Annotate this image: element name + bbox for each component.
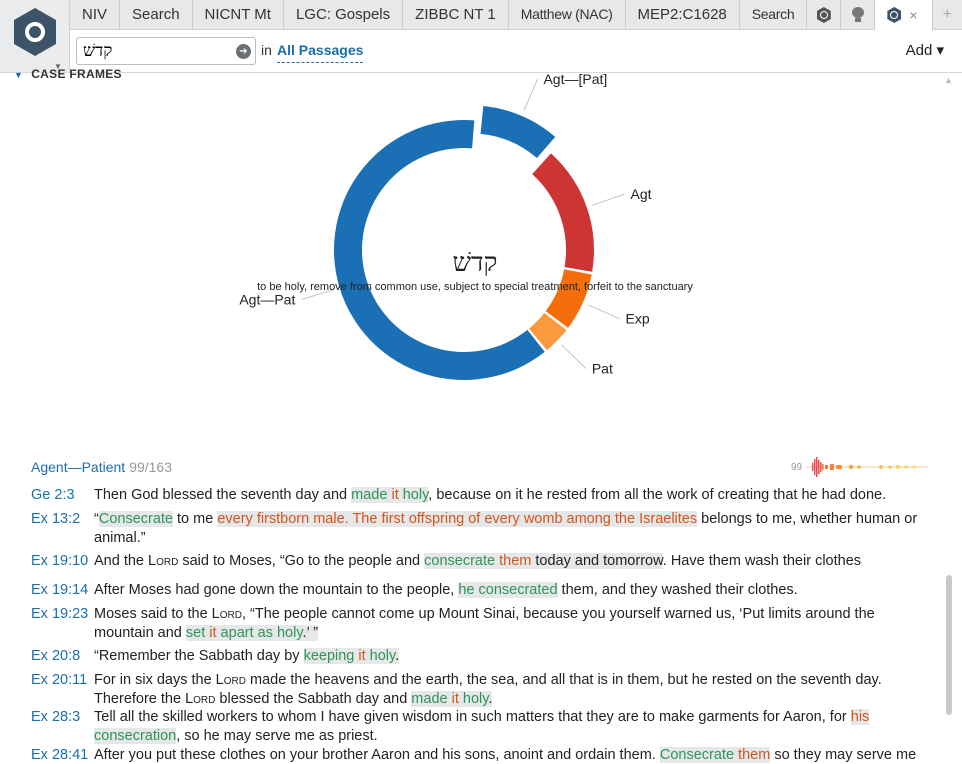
search-input[interactable] xyxy=(77,38,225,64)
scrollbar-thumb[interactable] xyxy=(946,575,952,715)
donut-slice-exp[interactable] xyxy=(545,269,592,328)
leader-line xyxy=(523,78,538,111)
center-definition: to be holy, remove from common use, subj… xyxy=(257,281,693,293)
verse-reference-link[interactable]: Ex 19:10 xyxy=(31,552,88,571)
logos-logo-icon xyxy=(14,8,56,56)
tab-search[interactable]: Search xyxy=(120,0,193,30)
scroll-up-icon[interactable]: ▲ xyxy=(944,75,953,85)
tab-lgc-gospels[interactable]: LGC: Gospels xyxy=(284,0,404,30)
tab-logos-tool[interactable] xyxy=(807,0,842,30)
case-frames-chart: to be holy, remove from common use, subj… xyxy=(239,72,693,380)
verse-reference-link[interactable]: Ex 13:2 xyxy=(31,510,80,529)
hexagon-logo-icon xyxy=(887,7,902,23)
donut-slice-agt-pat[interactable] xyxy=(480,105,556,159)
group-count: 99/163 xyxy=(129,459,172,475)
go-arrow-icon[interactable]: ➔ xyxy=(236,44,251,59)
scope-dropdown[interactable]: All Passages xyxy=(277,42,364,63)
tab-zibbc-nt1[interactable]: ZIBBC NT 1 xyxy=(403,0,509,30)
app-menu-button[interactable]: ▼ xyxy=(0,0,70,72)
lightbulb-icon xyxy=(851,7,865,23)
tab-insights[interactable] xyxy=(841,0,876,30)
verse-reference-link[interactable]: Ex 28:41 xyxy=(31,746,88,764)
slice-label: Exp xyxy=(626,311,650,327)
verse-reference-link[interactable]: Ex 19:14 xyxy=(31,581,88,600)
leader-line xyxy=(588,304,620,320)
verse-text: “Remember the Sabbath day by keeping it … xyxy=(94,648,400,664)
tab-bar: NIV Search NICNT Mt LGC: Gospels ZIBBC N… xyxy=(70,0,962,31)
verse-text: “Consecrate to me every firstborn male. … xyxy=(94,511,918,546)
search-box: ➔ xyxy=(76,37,256,65)
center-word: קדשׁ xyxy=(453,248,498,278)
distribution-sparkline[interactable] xyxy=(806,455,931,479)
in-label: in xyxy=(261,42,272,58)
verse-text: Then God blessed the seventh day and mad… xyxy=(94,487,887,503)
tab-mep2[interactable]: MEP2:C1628 xyxy=(626,0,740,30)
verse-reference-link[interactable]: Ex 20:11 xyxy=(31,671,87,690)
spark-count: 99 xyxy=(791,462,803,473)
donut-slice-agt-pat[interactable] xyxy=(334,119,545,380)
verse-reference-link[interactable]: Ex 19:23 xyxy=(31,605,88,624)
verse-reference-link[interactable]: Ge 2:3 xyxy=(31,486,75,505)
verse-reference-link[interactable]: Ex 20:8 xyxy=(31,647,80,666)
leader-line xyxy=(592,193,625,206)
tab-bible-word-study[interactable]: × xyxy=(875,0,933,31)
tab-nicnt-mt[interactable]: NICNT Mt xyxy=(193,0,284,30)
slice-label: Agt—Pat xyxy=(239,291,295,307)
chart-slices xyxy=(334,105,594,380)
tab-matthew-nac[interactable]: Matthew (NAC) xyxy=(509,0,626,30)
group-name: Agent—Patient xyxy=(31,459,126,475)
slice-label: Agt xyxy=(631,186,652,202)
verse-text: After you put these clothes on your brot… xyxy=(94,747,917,763)
tab-search-2[interactable]: Search xyxy=(740,0,808,30)
verse-text: After Moses had gone down the mountain t… xyxy=(94,582,798,598)
hexagon-logo-icon xyxy=(816,7,831,23)
verse-reference-link[interactable]: Ex 28:3 xyxy=(31,708,80,727)
close-icon[interactable]: × xyxy=(909,1,917,30)
add-button[interactable]: Add ▾ xyxy=(906,41,944,59)
leader-line xyxy=(561,344,587,369)
verse-text: Moses said to the Lord, “The people cann… xyxy=(94,606,875,641)
verse-text: And the Lord said to Moses, “Go to the p… xyxy=(94,553,862,569)
donut-slice-agt[interactable] xyxy=(532,153,594,272)
search-toolbar: ➔ in All Passages Add ▾ xyxy=(70,30,962,72)
new-tab-button[interactable]: + xyxy=(933,0,962,30)
slice-label: Pat xyxy=(592,361,613,377)
group-header[interactable]: Agent—Patient 99/163 xyxy=(31,459,172,475)
verse-text: For in six days the Lord made the heaven… xyxy=(94,672,882,707)
slice-label: Agt—[Pat] xyxy=(543,72,607,87)
tab-niv[interactable]: NIV xyxy=(70,0,121,30)
verse-text: Tell all the skilled workers to whom I h… xyxy=(94,709,870,744)
